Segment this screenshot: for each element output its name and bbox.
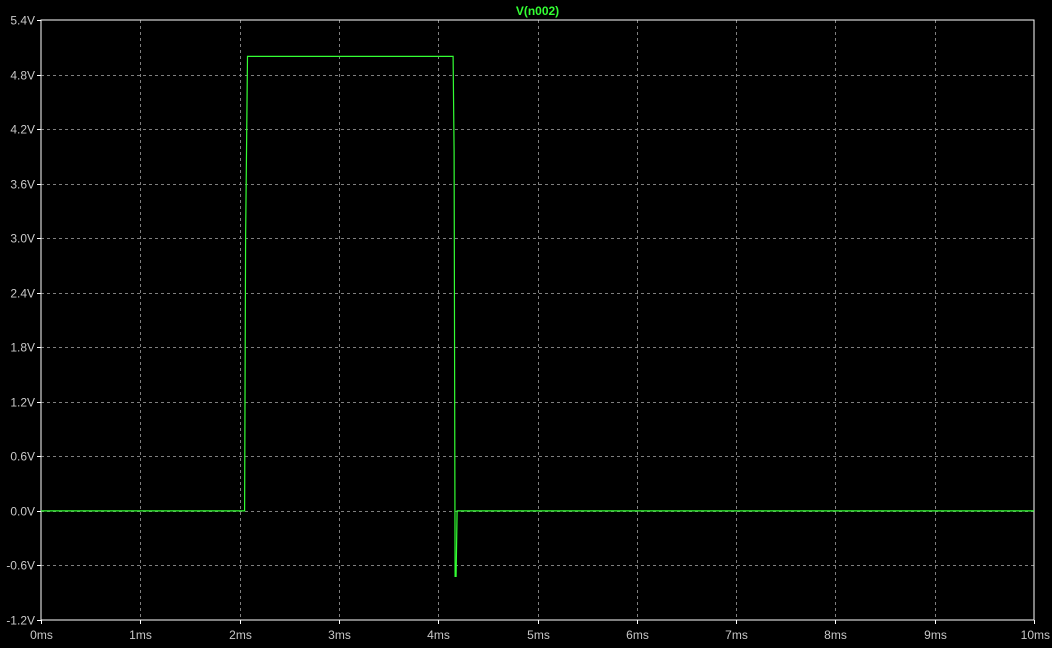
waveform-plot[interactable]: 5.4V 4.8V 4.2V 3.6V 3.0V 2.4V 1.8V 1.2V 0.6V 0.0V… [0, 0, 1052, 648]
x-tick-label-2: 2ms [229, 628, 252, 642]
y-tick-label-0: 5.4V [10, 14, 35, 28]
y-tick-label-5: 2.4V [10, 287, 35, 301]
x-tick-label-3: 3ms [328, 628, 351, 642]
x-tick-label-0: 0ms [30, 628, 53, 642]
x-tick-label-7: 7ms [725, 628, 748, 642]
y-tick-label-9: 0.0V [10, 505, 35, 519]
y-tick-label-10: -0.6V [6, 559, 35, 573]
y-tick-label-4: 3.0V [10, 232, 35, 246]
y-tick-label-11: -1.2V [6, 614, 35, 628]
trace-title[interactable]: V(n002) [516, 4, 559, 18]
x-tick-label-1: 1ms [129, 628, 152, 642]
y-tick-label-1: 4.8V [10, 69, 35, 83]
x-tick-label-4: 4ms [427, 628, 450, 642]
y-tick-label-2: 4.2V [10, 123, 35, 137]
y-tick-label-8: 0.6V [10, 450, 35, 464]
x-tick-label-6: 6ms [626, 628, 649, 642]
x-tick-label-9: 9ms [924, 628, 947, 642]
y-tick-label-6: 1.8V [10, 341, 35, 355]
x-tick-label-8: 8ms [824, 628, 847, 642]
plot-background [0, 0, 1052, 648]
y-tick-label-3: 3.6V [10, 178, 35, 192]
x-tick-label-10: 10ms [1021, 628, 1050, 642]
y-tick-label-7: 1.2V [10, 396, 35, 410]
x-tick-label-5: 5ms [527, 628, 550, 642]
